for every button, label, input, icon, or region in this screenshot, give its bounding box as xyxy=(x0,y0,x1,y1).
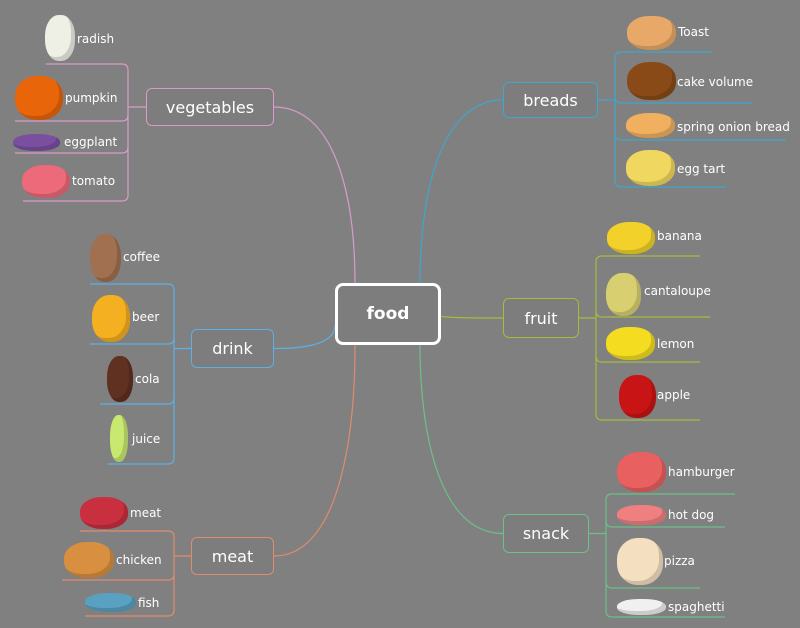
eggplant-icon xyxy=(13,134,60,151)
item-underline xyxy=(614,180,726,188)
toast-icon xyxy=(627,16,676,50)
leaf-toast[interactable]: Toast xyxy=(678,25,709,39)
topic-fruit[interactable]: fruit xyxy=(503,298,579,338)
branch-connector-meat xyxy=(273,344,356,557)
topic-breads[interactable]: breads xyxy=(503,82,598,118)
central-topic-food[interactable]: food xyxy=(335,283,441,345)
topic-snack[interactable]: snack xyxy=(503,514,589,553)
banana-icon xyxy=(607,222,655,254)
apple-icon xyxy=(619,375,656,418)
cantaloupe-icon xyxy=(606,273,641,316)
pumpkin-icon xyxy=(15,76,63,120)
leaf-apple[interactable]: apple xyxy=(657,388,690,402)
branch-connector-fruit xyxy=(440,315,504,319)
leaf-coffee[interactable]: coffee xyxy=(123,250,160,264)
leaf-radish[interactable]: radish xyxy=(77,32,114,46)
item-underline xyxy=(595,255,700,263)
topic-vegetables[interactable]: vegetables xyxy=(146,88,274,126)
radish-icon xyxy=(45,15,75,61)
leaf-pizza[interactable]: pizza xyxy=(664,554,695,568)
branch-connector-drink xyxy=(273,324,336,350)
item-underline xyxy=(614,96,752,104)
hot-dog-icon xyxy=(617,505,666,525)
branch-connector-breads xyxy=(419,99,504,284)
spring-onion-bread-icon xyxy=(626,113,675,138)
leaf-banana[interactable]: banana xyxy=(657,229,702,243)
item-underline xyxy=(605,493,735,501)
tomato-icon xyxy=(22,165,70,198)
leaf-fish[interactable]: fish xyxy=(138,596,159,610)
leaf-lemon[interactable]: lemon xyxy=(657,337,694,351)
hamburger-icon xyxy=(617,452,666,492)
item-underline xyxy=(605,581,700,589)
leaf-hot-dog[interactable]: hot dog xyxy=(668,508,714,522)
topic-meat[interactable]: meat xyxy=(191,537,274,575)
spaghetti-icon xyxy=(617,599,666,615)
leaf-spring-onion-bread[interactable]: spring onion bread xyxy=(677,120,790,134)
pizza-icon xyxy=(617,538,663,585)
leaf-pumpkin[interactable]: pumpkin xyxy=(65,91,117,105)
item-underline xyxy=(100,397,175,405)
leaf-spaghetti[interactable]: spaghetti xyxy=(668,600,725,614)
item-underline xyxy=(80,530,175,538)
leaf-cake-volume[interactable]: cake volume xyxy=(677,75,753,89)
chicken-icon xyxy=(64,542,114,578)
leaf-chicken[interactable]: chicken xyxy=(116,553,162,567)
item-underline xyxy=(46,63,129,71)
item-underline xyxy=(90,283,175,291)
leaf-tomato[interactable]: tomato xyxy=(72,174,115,188)
steak-icon xyxy=(80,497,128,529)
leaf-eggplant[interactable]: eggplant xyxy=(64,135,117,149)
branch-connector-vegetables xyxy=(273,106,356,284)
beer-icon xyxy=(92,295,130,342)
egg-tart-icon xyxy=(626,150,675,186)
cake-roll-icon xyxy=(627,62,676,100)
leaf-cola[interactable]: cola xyxy=(135,372,160,386)
leaf-cantaloupe[interactable]: cantaloupe xyxy=(644,284,711,298)
leaf-juice[interactable]: juice xyxy=(132,432,160,446)
juice-icon xyxy=(110,415,128,462)
fish-icon xyxy=(85,593,136,612)
topic-drink[interactable]: drink xyxy=(191,329,274,368)
item-underline xyxy=(614,51,712,59)
branch-connector-snack xyxy=(419,344,504,535)
leaf-hamburger[interactable]: hamburger xyxy=(668,465,735,479)
item-underline xyxy=(595,355,700,363)
lemon-icon xyxy=(606,327,655,360)
leaf-egg-tart[interactable]: egg tart xyxy=(677,162,725,176)
leaf-meat[interactable]: meat xyxy=(130,506,161,520)
leaf-beer[interactable]: beer xyxy=(132,310,159,324)
coffee-icon xyxy=(90,234,121,282)
cola-icon xyxy=(107,356,133,402)
